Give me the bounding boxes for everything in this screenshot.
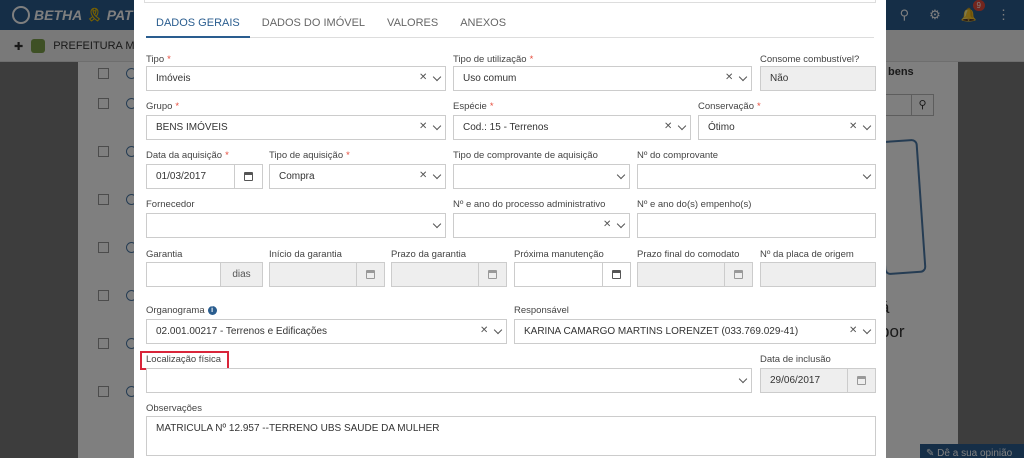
data-aquisicao-input[interactable]: 01/03/2017 [146, 164, 263, 189]
numero-comprovante-label: Nº do comprovante [637, 150, 719, 161]
chevron-down-icon[interactable] [493, 325, 503, 335]
numero-comprovante-select[interactable] [637, 164, 876, 189]
localizacao-fisica-select[interactable] [146, 368, 752, 393]
data-inclusao-label: Data de inclusão [760, 354, 831, 365]
fornecedor-select[interactable] [146, 213, 446, 238]
chevron-down-icon[interactable] [738, 374, 748, 384]
edit-asset-modal: DADOS GERAIS DADOS DO IMÓVEL VALORES ANE… [134, 0, 886, 458]
inicio-garantia-input [269, 262, 385, 287]
clear-icon[interactable]: ✕ [480, 325, 488, 336]
fornecedor-label: Fornecedor [146, 199, 195, 210]
observacoes-textarea[interactable]: MATRICULA Nº 12.957 --TERRENO UBS SAUDE … [146, 416, 876, 456]
prazo-garantia-label: Prazo da garantia [391, 249, 466, 260]
clear-icon[interactable]: ✕ [725, 72, 733, 83]
tipo-select[interactable]: Imóveis ✕ [146, 66, 446, 91]
calendar-button [847, 369, 875, 392]
consome-combustivel-label: Consome combustível? [760, 54, 860, 65]
garantia-input[interactable]: dias [146, 262, 263, 287]
proxima-manutencao-label: Próxima manutenção [514, 249, 604, 260]
prazo-garantia-input [391, 262, 507, 287]
clear-icon[interactable]: ✕ [849, 121, 857, 132]
chevron-down-icon[interactable] [432, 72, 442, 82]
localizacao-fisica-label: Localização física [146, 354, 221, 365]
clear-icon[interactable]: ✕ [849, 325, 857, 336]
placa-origem-label: Nº da placa de origem [760, 249, 854, 260]
chevron-down-icon[interactable] [432, 121, 442, 131]
tab-valores[interactable]: VALORES [377, 12, 448, 38]
chevron-down-icon[interactable] [738, 72, 748, 82]
calendar-icon [857, 376, 866, 385]
data-aquisicao-label: Data da aquisição * [146, 150, 229, 161]
calendar-icon [488, 270, 497, 279]
responsavel-label: Responsável [514, 305, 569, 316]
prazo-comodato-label: Prazo final do comodato [637, 249, 740, 260]
inicio-garantia-label: Início da garantia [269, 249, 342, 260]
modal-header-edge [144, 0, 876, 3]
chevron-down-icon[interactable] [616, 219, 626, 229]
garantia-label: Garantia [146, 249, 183, 260]
tipo-utilizacao-label: Tipo de utilização * [453, 54, 534, 65]
organograma-select[interactable]: 02.001.00217 - Terrenos e Edificações ✕ [146, 319, 507, 344]
grupo-select[interactable]: BENS IMÓVEIS ✕ [146, 115, 446, 140]
tipo-label: Tipo * [146, 54, 171, 65]
tipo-comprovante-select[interactable] [453, 164, 630, 189]
tipo-comprovante-label: Tipo de comprovante de aquisição [453, 150, 598, 161]
especie-label: Espécie * [453, 101, 494, 112]
info-icon[interactable]: i [207, 306, 217, 315]
conservacao-label: Conservação * [698, 101, 761, 112]
placa-origem-input [760, 262, 876, 287]
grupo-label: Grupo * [146, 101, 180, 112]
tipo-aquisicao-select[interactable]: Compra ✕ [269, 164, 446, 189]
proxima-manutencao-input[interactable] [514, 262, 631, 287]
calendar-icon [612, 270, 621, 279]
observacoes-label: Observações [146, 403, 202, 414]
responsavel-select[interactable]: KARINA CAMARGO MARTINS LORENZET (033.769… [514, 319, 876, 344]
data-inclusao-input: 29/06/2017 [760, 368, 876, 393]
clear-icon[interactable]: ✕ [664, 121, 672, 132]
clear-icon[interactable]: ✕ [419, 170, 427, 181]
calendar-icon [734, 270, 743, 279]
chevron-down-icon[interactable] [432, 219, 442, 229]
garantia-unit-addon: dias [220, 263, 262, 286]
organograma-label: Organograma i [146, 305, 217, 316]
calendar-button[interactable] [234, 165, 262, 188]
processo-administrativo-label: Nº e ano do processo administrativo [453, 199, 606, 210]
empenhos-label: Nº e ano do(s) empenho(s) [637, 199, 752, 210]
tab-anexos[interactable]: ANEXOS [450, 12, 516, 38]
clear-icon[interactable]: ✕ [603, 219, 611, 230]
chevron-down-icon[interactable] [677, 121, 687, 131]
tab-dados-do-imovel[interactable]: DADOS DO IMÓVEL [252, 12, 375, 38]
chevron-down-icon[interactable] [862, 170, 872, 180]
calendar-button [478, 263, 506, 286]
tab-bar: DADOS GERAIS DADOS DO IMÓVEL VALORES ANE… [146, 12, 874, 38]
tipo-aquisicao-label: Tipo de aquisição * [269, 150, 350, 161]
calendar-button [724, 263, 752, 286]
chevron-down-icon[interactable] [862, 325, 872, 335]
conservacao-select[interactable]: Ótimo ✕ [698, 115, 876, 140]
clear-icon[interactable]: ✕ [419, 72, 427, 83]
chevron-down-icon[interactable] [862, 121, 872, 131]
empenhos-input[interactable] [637, 213, 876, 238]
tipo-utilizacao-select[interactable]: Uso comum ✕ [453, 66, 752, 91]
calendar-icon [366, 270, 375, 279]
calendar-button [356, 263, 384, 286]
clear-icon[interactable]: ✕ [419, 121, 427, 132]
tab-dados-gerais[interactable]: DADOS GERAIS [146, 12, 250, 38]
chevron-down-icon[interactable] [432, 170, 442, 180]
chevron-down-icon[interactable] [616, 170, 626, 180]
calendar-button[interactable] [602, 263, 630, 286]
consome-combustivel-field: Não [760, 66, 876, 91]
calendar-icon [244, 172, 253, 181]
prazo-comodato-input [637, 262, 753, 287]
especie-select[interactable]: Cod.: 15 - Terrenos ✕ [453, 115, 691, 140]
processo-administrativo-select[interactable]: ✕ [453, 213, 630, 238]
